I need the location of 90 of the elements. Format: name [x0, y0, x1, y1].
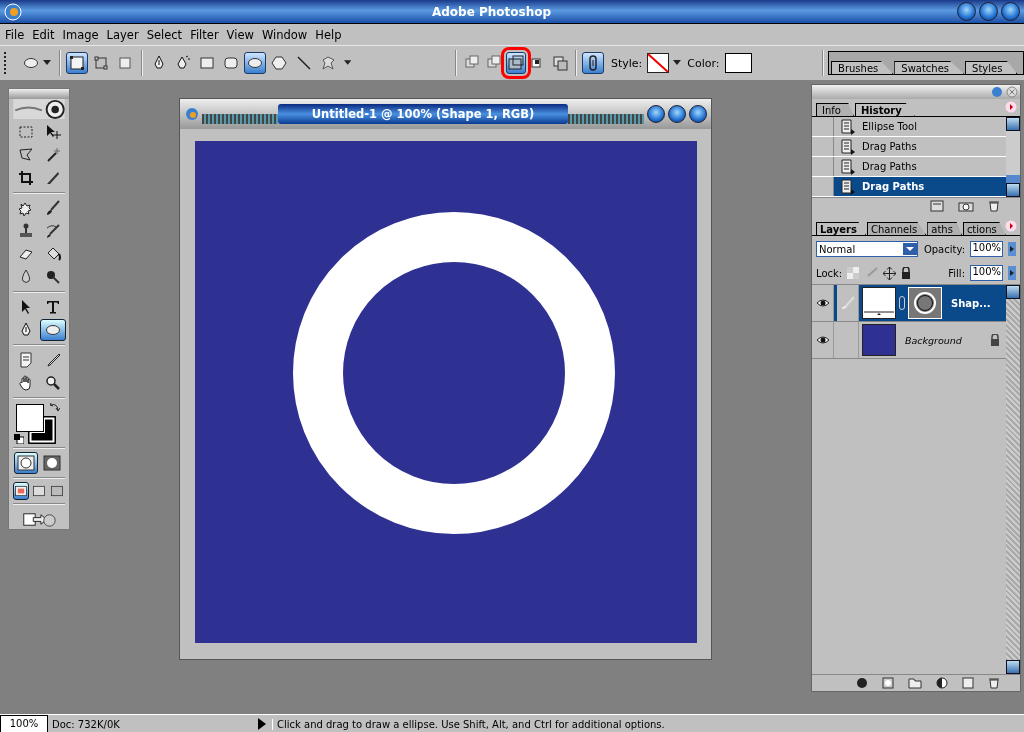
history-state[interactable]: Drag Paths	[812, 177, 1006, 197]
canvas[interactable]	[195, 141, 697, 643]
zoom-field[interactable]: 100%	[0, 715, 48, 732]
menu-item[interactable]: Layer	[103, 27, 144, 42]
menu-item[interactable]: View	[223, 27, 259, 42]
folder-icon[interactable]	[908, 677, 922, 689]
default-colors-icon[interactable]	[14, 434, 24, 445]
layer-row[interactable]: Background	[812, 322, 1006, 359]
menu-item[interactable]: Window	[258, 27, 313, 42]
new-document-icon[interactable]	[930, 200, 944, 212]
window-icon[interactable]	[13, 482, 29, 501]
lock-icon[interactable]	[901, 267, 912, 279]
layer-thumbnail	[862, 287, 896, 319]
palette-menu-icon[interactable]	[1005, 101, 1017, 113]
menu-item[interactable]: Filter	[187, 27, 224, 42]
app-logo-icon	[4, 2, 22, 21]
close-button[interactable]	[689, 105, 707, 123]
status-hint: Click and drag to draw a ellipse. Use Shift, Alt, and Ctrl for additional options.	[272, 718, 665, 730]
brush-icon	[840, 296, 855, 310]
color-swatch[interactable]	[724, 53, 753, 73]
new-layer-icon[interactable]	[962, 677, 974, 689]
menu-item[interactable]: Select	[143, 27, 188, 42]
palette-tab[interactable]: Info	[816, 103, 854, 116]
link-icon[interactable]	[581, 52, 604, 74]
grip-drawing[interactable]	[202, 114, 278, 124]
caret-icon	[673, 60, 682, 66]
grip-drawing[interactable]	[568, 114, 644, 124]
menu-arrow-icon[interactable]	[258, 718, 266, 730]
trash-icon[interactable]	[988, 200, 1000, 212]
caret-icon	[42, 60, 51, 66]
menu-item[interactable]: File	[2, 27, 30, 42]
shape-layers-icon[interactable]	[65, 52, 88, 74]
dock-icon[interactable]	[991, 86, 1003, 98]
jump-to-icon[interactable]	[21, 510, 57, 529]
standard-icon[interactable]	[14, 452, 38, 475]
menu-item[interactable]: Edit	[29, 27, 60, 42]
eye-icon[interactable]	[815, 335, 830, 345]
menu-item[interactable]: Image	[59, 27, 104, 42]
layer-style-icon[interactable]	[856, 677, 868, 689]
palette-tab[interactable]: Brushes	[831, 61, 894, 74]
palette-tab[interactable]: Channels	[867, 222, 927, 235]
menu-item[interactable]: Help	[312, 27, 347, 42]
minimize-button[interactable]	[957, 2, 976, 21]
opacity-field[interactable]: 100%	[970, 241, 1003, 257]
lock-label: Lock:	[816, 267, 843, 279]
color-label: Color:	[687, 56, 720, 70]
move-icon[interactable]	[883, 266, 897, 280]
mask-icon[interactable]	[882, 677, 894, 689]
vector-mask-thumbnail	[908, 287, 942, 319]
eye-icon[interactable]	[815, 298, 830, 308]
palette-tab[interactable]: Swatches	[894, 61, 965, 74]
close-button[interactable]	[1001, 2, 1020, 21]
history-state-icon	[839, 158, 857, 175]
caret-icon[interactable]	[343, 60, 352, 66]
palette-tab[interactable]: History	[854, 103, 915, 116]
palette-tab[interactable]: aths	[927, 222, 962, 235]
window-title: Adobe Photoshop	[430, 4, 553, 19]
layer-thumbnail	[862, 324, 896, 356]
scroll-bar[interactable]	[1006, 117, 1020, 197]
history-state-icon	[839, 118, 857, 135]
opacity-label: Opacity:	[923, 243, 965, 255]
minimize-button[interactable]	[647, 105, 665, 123]
palette-menu-icon[interactable]	[1005, 220, 1017, 232]
trash-icon[interactable]	[988, 677, 1000, 689]
camera-icon[interactable]	[958, 200, 974, 212]
style-picker[interactable]	[647, 53, 682, 73]
fill-field[interactable]: 100%	[970, 265, 1003, 281]
document-title: Untitled-1 @ 100% (Shape 1, RGB)	[278, 104, 568, 124]
history-state[interactable]: Ellipse Tool	[812, 117, 1006, 137]
history-state[interactable]: Drag Paths	[812, 137, 1006, 157]
document-size: Doc: 732K/0K	[51, 718, 121, 730]
document-icon	[184, 106, 200, 122]
adjustment-layer-icon[interactable]	[936, 677, 948, 689]
foreground-color-swatch[interactable]	[16, 404, 44, 433]
link-icon	[899, 296, 905, 310]
layer-row[interactable]: Shap...	[812, 285, 1006, 322]
swap-icon[interactable]	[50, 402, 60, 413]
scroll-bar[interactable]	[1006, 285, 1020, 674]
maximize-button[interactable]	[668, 105, 686, 123]
eye-logo-icon	[12, 98, 66, 120]
close-icon[interactable]	[1006, 86, 1018, 98]
blend-mode-dropdown[interactable]: Normal	[816, 241, 918, 257]
palette-tab[interactable]: ctions	[962, 222, 1006, 235]
style-label: Style:	[611, 56, 643, 70]
fill-label: Fill:	[948, 267, 965, 279]
palette-tab[interactable]: Styles	[965, 61, 1018, 74]
history-state-icon	[839, 178, 857, 195]
palette-tab[interactable]: Layers	[816, 222, 866, 235]
history-state-icon	[839, 138, 857, 155]
maximize-button[interactable]	[979, 2, 998, 21]
